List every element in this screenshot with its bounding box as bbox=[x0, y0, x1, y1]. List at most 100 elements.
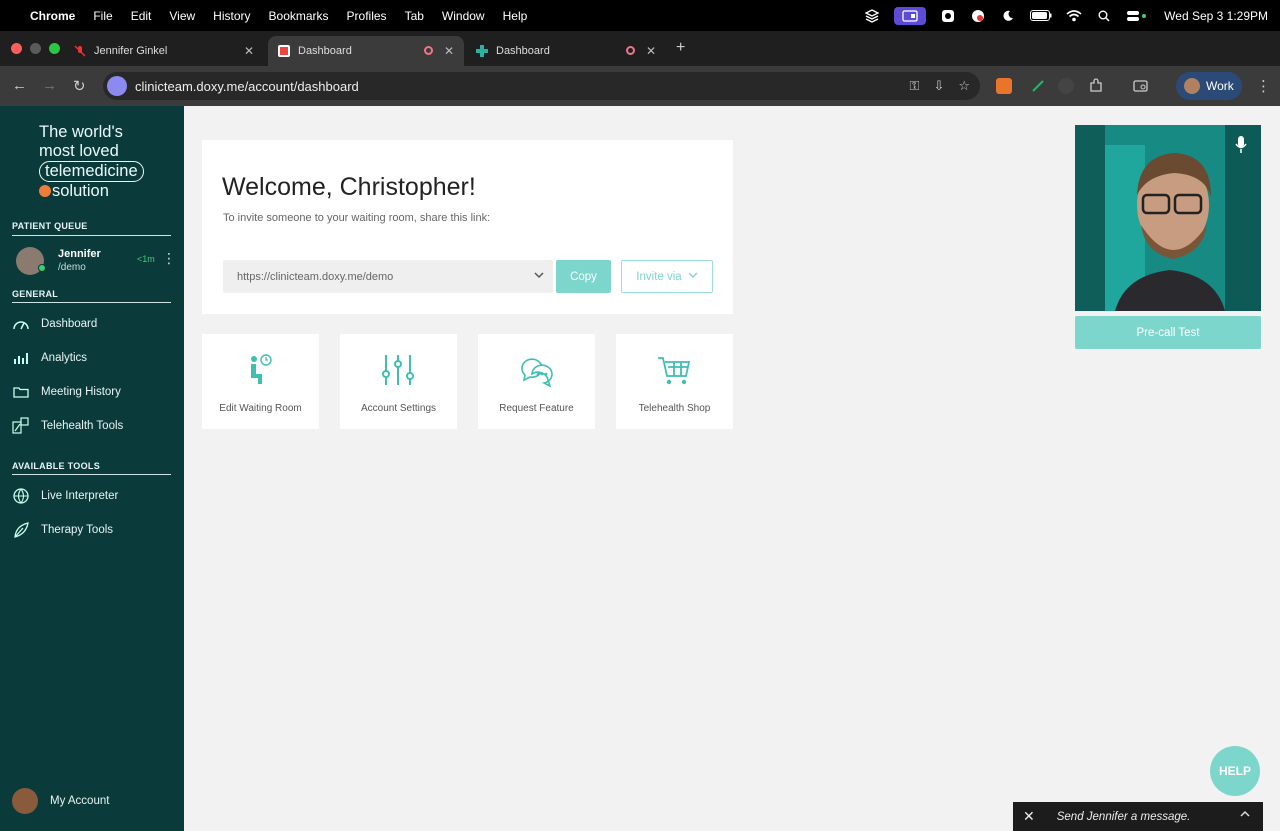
microphone-icon[interactable] bbox=[1235, 135, 1247, 160]
leaf-icon bbox=[12, 522, 30, 538]
page-title: Welcome, Christopher! bbox=[222, 173, 476, 201]
close-tab-icon[interactable]: ✕ bbox=[244, 44, 254, 58]
general-label: GENERAL bbox=[12, 289, 59, 299]
macos-menu-bar: Chrome File Edit View History Bookmarks … bbox=[0, 0, 1280, 31]
profile-button[interactable]: Work bbox=[1176, 72, 1242, 100]
tab-jennifer-ginkel[interactable]: Jennifer Ginkel ✕ bbox=[64, 36, 264, 66]
screen-share-status-icon[interactable] bbox=[894, 6, 927, 25]
my-account-label: My Account bbox=[50, 795, 110, 807]
tile-edit-waiting-room[interactable]: Edit Waiting Room bbox=[202, 334, 319, 429]
url-text[interactable]: clinicteam.doxy.me/account/dashboard bbox=[135, 79, 359, 94]
chat-message-bar[interactable]: ✕ Send Jennifer a message. bbox=[1013, 802, 1263, 831]
control-center-icon[interactable] bbox=[1126, 9, 1148, 23]
tile-label: Account Settings bbox=[360, 403, 437, 414]
browser-toolbar: ← → ↻ clinicteam.doxy.me/account/dashboa… bbox=[0, 66, 1280, 106]
copy-link-button[interactable]: Copy bbox=[556, 260, 611, 293]
close-tab-icon[interactable]: ✕ bbox=[646, 44, 656, 58]
divider bbox=[12, 474, 171, 475]
doxy-plus-favicon-icon bbox=[476, 45, 488, 57]
layers-status-icon[interactable] bbox=[864, 8, 880, 23]
tab-search-icon[interactable] bbox=[1133, 78, 1149, 94]
extensions-puzzle-icon[interactable] bbox=[1088, 78, 1104, 94]
key-icon[interactable]: ⚿ bbox=[910, 78, 920, 94]
menu-tab[interactable]: Tab bbox=[405, 9, 424, 23]
patient-queue-item[interactable]: Jennifer /demo <1m ⋮ bbox=[16, 246, 176, 276]
minimize-window-icon[interactable] bbox=[30, 43, 41, 54]
invite-via-button[interactable]: Invite via bbox=[621, 260, 713, 293]
chevron-up-icon[interactable] bbox=[1239, 808, 1251, 823]
tile-label: Telehealth Shop bbox=[638, 403, 711, 414]
spotlight-search-icon[interactable] bbox=[1096, 9, 1112, 23]
recording-indicator-icon bbox=[626, 46, 635, 55]
recording-status-icon[interactable] bbox=[970, 9, 986, 23]
close-window-icon[interactable] bbox=[11, 43, 22, 54]
tagline-boxed-word: telemedicine bbox=[39, 161, 144, 182]
menu-window[interactable]: Window bbox=[442, 9, 485, 23]
sidebar-item-label: Analytics bbox=[41, 352, 88, 364]
divider bbox=[12, 302, 171, 303]
menu-file[interactable]: File bbox=[93, 9, 112, 23]
menu-history[interactable]: History bbox=[213, 9, 250, 23]
more-options-icon[interactable]: ⋮ bbox=[162, 250, 176, 267]
pre-call-test-button[interactable]: Pre-call Test bbox=[1075, 316, 1261, 349]
gear-status-icon[interactable] bbox=[940, 9, 956, 23]
menu-edit[interactable]: Edit bbox=[131, 9, 152, 23]
help-button[interactable]: HELP bbox=[1210, 746, 1260, 796]
sidebar-item-analytics[interactable]: Analytics bbox=[12, 348, 87, 368]
bookmark-star-icon[interactable]: ☆ bbox=[958, 78, 970, 94]
reload-icon[interactable]: ↻ bbox=[73, 77, 86, 95]
sidebar-item-label: Telehealth Tools bbox=[41, 420, 124, 432]
wifi-icon[interactable] bbox=[1066, 9, 1082, 23]
new-tab-plus-icon[interactable]: + bbox=[676, 39, 685, 57]
extension-pen-icon[interactable] bbox=[1030, 78, 1046, 94]
tile-request-feature[interactable]: Request Feature bbox=[478, 334, 595, 429]
tile-account-settings[interactable]: Account Settings bbox=[340, 334, 457, 429]
menu-bookmarks[interactable]: Bookmarks bbox=[269, 9, 329, 23]
sidebar-item-telehealth-tools[interactable]: Telehealth Tools bbox=[12, 416, 123, 436]
menu-app-name[interactable]: Chrome bbox=[30, 9, 75, 23]
sidebar-item-therapy-tools[interactable]: Therapy Tools bbox=[12, 520, 113, 540]
extension-orange-icon[interactable] bbox=[996, 78, 1012, 94]
window-controls bbox=[11, 43, 60, 54]
sidebar-item-meeting-history[interactable]: Meeting History bbox=[12, 382, 121, 402]
cart-icon bbox=[656, 352, 692, 388]
brand-dot-icon bbox=[39, 185, 51, 197]
close-icon[interactable]: ✕ bbox=[1023, 808, 1035, 825]
chevron-down-icon bbox=[688, 270, 698, 283]
my-account-link[interactable]: My Account bbox=[12, 788, 109, 814]
extension-circle-icon[interactable] bbox=[1058, 78, 1074, 94]
browser-tab-bar: Jennifer Ginkel ✕ Dashboard ✕ Dashboard … bbox=[0, 31, 1280, 66]
menubar-clock[interactable]: Wed Sep 3 1:29PM bbox=[1164, 9, 1268, 23]
tab-title: Jennifer Ginkel bbox=[94, 45, 168, 57]
browser-menu-icon[interactable]: ⋮ bbox=[1256, 77, 1271, 95]
close-tab-icon[interactable]: ✕ bbox=[444, 44, 454, 58]
address-bar[interactable]: clinicteam.doxy.me/account/dashboard ⚿ ⇩… bbox=[103, 72, 980, 100]
room-link-select[interactable]: https://clinicteam.doxy.me/demo bbox=[223, 260, 553, 293]
menu-profiles[interactable]: Profiles bbox=[347, 9, 387, 23]
brand-tagline[interactable]: The world's most loved telemedicine solu… bbox=[39, 123, 144, 201]
sidebar-item-dashboard[interactable]: Dashboard bbox=[12, 314, 97, 334]
back-arrow-icon[interactable]: ← bbox=[12, 77, 27, 94]
invite-via-label: Invite via bbox=[636, 270, 682, 283]
menu-help[interactable]: Help bbox=[503, 9, 528, 23]
tab-dashboard-active[interactable]: Dashboard ✕ bbox=[268, 36, 464, 66]
zoom-window-icon[interactable] bbox=[49, 43, 60, 54]
battery-icon[interactable] bbox=[1030, 9, 1052, 23]
chat-message-placeholder[interactable]: Send Jennifer a message. bbox=[1057, 811, 1191, 823]
profile-avatar bbox=[1184, 78, 1200, 94]
tile-telehealth-shop[interactable]: Telehealth Shop bbox=[616, 334, 733, 429]
self-video-preview bbox=[1075, 125, 1261, 311]
tab-dashboard[interactable]: Dashboard ✕ bbox=[466, 36, 666, 66]
forward-arrow-icon[interactable]: → bbox=[42, 77, 57, 94]
site-info-icon[interactable] bbox=[107, 76, 127, 96]
tagline-line: The world's bbox=[39, 123, 123, 141]
sidebar-item-label: Meeting History bbox=[41, 386, 121, 398]
account-avatar bbox=[12, 788, 38, 814]
moon-icon[interactable] bbox=[1000, 9, 1016, 23]
sidebar-item-live-interpreter[interactable]: Live Interpreter bbox=[12, 486, 118, 506]
chat-bubbles-icon bbox=[518, 352, 554, 388]
patient-wait-time: <1m bbox=[137, 254, 155, 264]
menu-view[interactable]: View bbox=[169, 9, 195, 23]
patient-name: Jennifer bbox=[58, 248, 101, 260]
install-app-icon[interactable]: ⇩ bbox=[933, 78, 944, 94]
